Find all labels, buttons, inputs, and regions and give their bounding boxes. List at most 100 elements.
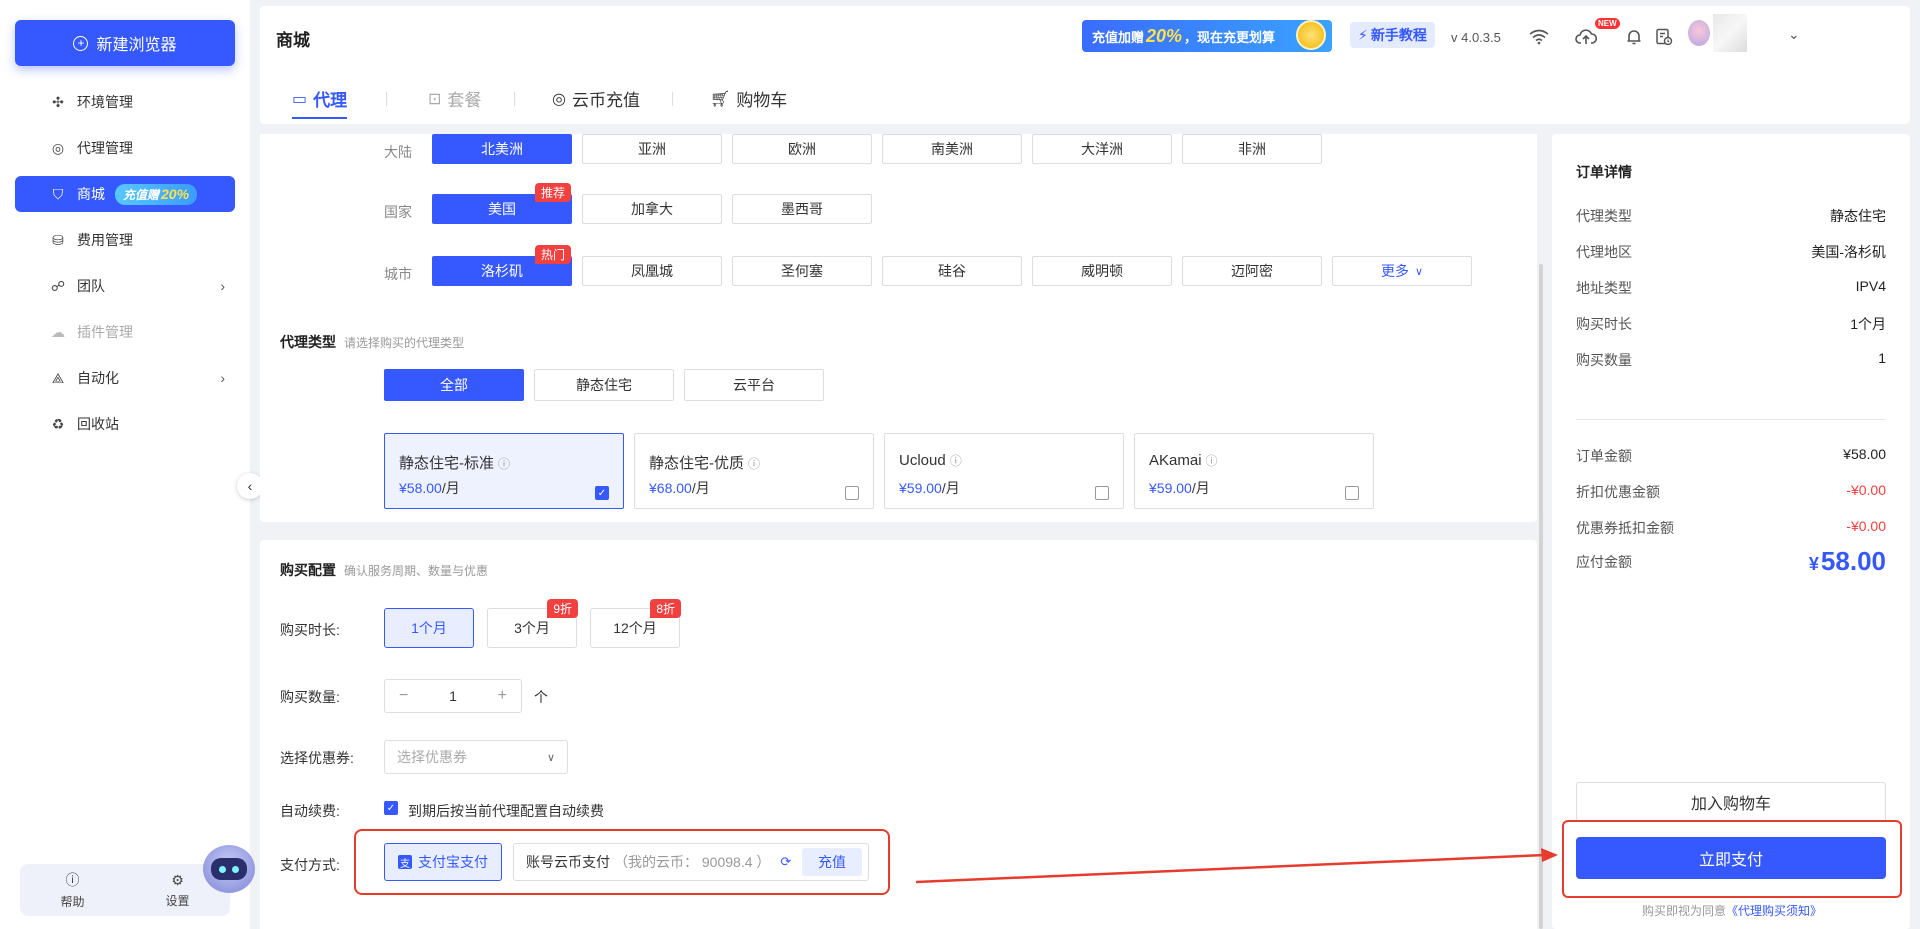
alipay-option[interactable]: 支 支付宝支付: [384, 843, 502, 881]
checkbox[interactable]: [1095, 486, 1109, 500]
sidebar-item-proxy[interactable]: ◎ 代理管理: [15, 130, 235, 166]
proxy-card-ucloud[interactable]: Ucloud ⓘ ¥59.00/月: [884, 433, 1124, 509]
country-option[interactable]: 墨西哥: [732, 194, 872, 224]
order-key: 应付金额: [1576, 553, 1632, 570]
tab-cloud-coin-recharge[interactable]: ◎ 云币充值: [552, 86, 640, 111]
decrement-button[interactable]: −: [399, 687, 408, 705]
city-option[interactable]: 硅谷: [882, 256, 1022, 286]
duration-option[interactable]: 12个月 8折: [590, 599, 681, 648]
filter-cloud-platform[interactable]: 云平台: [684, 369, 824, 401]
scrollbar-thumb[interactable]: [1539, 264, 1543, 929]
city-option[interactable]: 圣何塞: [732, 256, 872, 286]
avatar[interactable]: [1688, 20, 1710, 46]
sidebar-item-label: 插件管理: [77, 324, 133, 340]
continent-option[interactable]: 北美洲: [432, 134, 572, 164]
price-unit: /月: [941, 480, 960, 496]
continent-label: 大陆: [384, 144, 412, 160]
tab-package[interactable]: ⊡ 套餐: [428, 86, 481, 111]
sidebar-item-automation[interactable]: ⟁ 自动化 ›: [15, 360, 235, 396]
chevron-down-icon[interactable]: ⌄: [1788, 26, 1800, 43]
order-divider: [1576, 419, 1886, 420]
agreement-prefix: 购买即视为同意: [1642, 904, 1727, 918]
duration-option[interactable]: 1个月: [384, 608, 474, 648]
add-to-cart-button[interactable]: 加入购物车: [1576, 782, 1886, 822]
checkbox[interactable]: [845, 486, 859, 500]
section-title-text: 代理类型: [280, 334, 336, 350]
increment-button[interactable]: +: [498, 687, 507, 705]
tab-proxy[interactable]: ▭ 代理: [292, 86, 348, 119]
new-browser-label: 新建浏览器: [96, 37, 177, 54]
continent-option[interactable]: 非洲: [1182, 134, 1322, 164]
new-browser-button[interactable]: + 新建浏览器: [15, 20, 235, 66]
sidebar-nav: ✣ 环境管理 ◎ 代理管理 ⛉ 商城 充值赠 20% ⛁ 费用管理 ☍ 团队 › …: [15, 84, 235, 452]
order-key: 购买时长: [1576, 316, 1632, 332]
main-content: 大陆 北美洲 亚洲 欧洲 南美洲 大洋洲 非洲 国家 美国 推荐 加拿大 墨西哥…: [260, 134, 1537, 929]
continent-option[interactable]: 大洋洲: [1032, 134, 1172, 164]
sidebar-item-label: 代理管理: [77, 140, 133, 156]
country-option[interactable]: 加拿大: [582, 194, 722, 224]
country-option-usa[interactable]: 美国 推荐: [432, 183, 572, 224]
help-button[interactable]: ⓘ 帮助: [60, 870, 84, 910]
sidebar-item-shop[interactable]: ⛉ 商城 充值赠 20%: [15, 176, 235, 212]
proxy-card-static-premium[interactable]: 静态住宅-优质 ⓘ ¥68.00/月: [634, 433, 874, 509]
agreement-link[interactable]: 《代理购买须知》: [1726, 904, 1822, 918]
assistant-robot-icon[interactable]: [203, 845, 255, 893]
tab-cart[interactable]: 🛒︎ 购物车: [710, 86, 787, 111]
purchase-config-title: 购买配置 确认服务周期、数量与优惠: [280, 560, 488, 580]
city-option[interactable]: 凤凰城: [582, 256, 722, 286]
more-cities-button[interactable]: 更多 ∨: [1332, 256, 1472, 286]
recharge-button[interactable]: 充值: [802, 848, 862, 876]
price-unit: /月: [691, 480, 710, 496]
city-option-la[interactable]: 洛杉矶 热门: [432, 245, 572, 286]
tutorial-label: 新手教程: [1370, 27, 1427, 43]
proxy-card-static-standard[interactable]: 静态住宅-标准 ⓘ ¥58.00/月 ✓: [384, 433, 624, 509]
tab-label: 代理: [313, 91, 348, 110]
coupon-select[interactable]: 选择优惠券 ∨: [384, 740, 568, 774]
cloud-coin-pay-option[interactable]: 账号云币支付 （我的云币： 90098.4 ） ⟳ 充值: [513, 843, 869, 881]
checkbox[interactable]: [1345, 486, 1359, 500]
continent-option[interactable]: 欧洲: [732, 134, 872, 164]
tutorial-button[interactable]: ⚡ 新手教程: [1350, 22, 1435, 48]
info-icon[interactable]: ⓘ: [950, 454, 962, 468]
alipay-label: 支付宝支付: [418, 854, 488, 870]
duration-option[interactable]: 3个月 9折: [487, 599, 578, 648]
chevron-left-icon: ‹: [247, 478, 253, 494]
info-icon[interactable]: ⓘ: [498, 457, 510, 471]
sidebar-item-team[interactable]: ☍ 团队 ›: [15, 268, 235, 304]
proxy-name-text: Ucloud: [899, 452, 946, 469]
settings-button[interactable]: ⚙ 设置: [165, 872, 189, 909]
info-icon[interactable]: ⓘ: [748, 457, 760, 471]
pay-now-button[interactable]: 立即支付: [1576, 837, 1886, 879]
order-row: 购买数量 1: [1576, 350, 1886, 370]
info-icon[interactable]: ⓘ: [1206, 454, 1218, 468]
continent-option[interactable]: 南美洲: [882, 134, 1022, 164]
payable-amount: ¥58.00: [1809, 546, 1886, 577]
cloud-upload-icon[interactable]: [1575, 26, 1597, 48]
checkbox-checked[interactable]: ✓: [595, 486, 609, 500]
sidebar-item-environment[interactable]: ✣ 环境管理: [15, 84, 235, 120]
city-option[interactable]: 迈阿密: [1182, 256, 1322, 286]
proxy-card-akamai[interactable]: AKamai ⓘ ¥59.00/月: [1134, 433, 1374, 509]
document-clock-icon[interactable]: [1653, 26, 1675, 48]
order-row: 代理地区 美国-洛杉矶: [1576, 242, 1886, 262]
proxy-name-text: 静态住宅-优质: [649, 455, 744, 472]
sidebar-item-label: 商城: [77, 186, 105, 202]
username-blurred: [1713, 14, 1747, 52]
city-option[interactable]: 威明顿: [1032, 256, 1172, 286]
sidebar-item-billing[interactable]: ⛁ 费用管理: [15, 222, 235, 258]
content-scrollbar[interactable]: [1538, 134, 1544, 929]
sidebar-item-plugins[interactable]: ☁ 插件管理: [15, 314, 235, 350]
bell-icon[interactable]: [1623, 26, 1645, 48]
wifi-icon[interactable]: [1528, 26, 1550, 48]
sidebar-item-recycle[interactable]: ♻ 回收站: [15, 406, 235, 442]
refresh-icon[interactable]: ⟳: [780, 854, 791, 870]
filter-static-residential[interactable]: 静态住宅: [534, 369, 674, 401]
proxy-tab-icon: ▭: [292, 90, 308, 108]
auto-renew-checkbox[interactable]: ✓: [384, 801, 398, 815]
sidebar-item-label: 费用管理: [77, 232, 133, 248]
continent-option[interactable]: 亚洲: [582, 134, 722, 164]
quantity-value[interactable]: 1: [449, 688, 457, 704]
filter-all[interactable]: 全部: [384, 369, 524, 401]
promo-banner[interactable]: 充值加赠 20% ，现在充更划算: [1082, 20, 1332, 52]
environment-icon: ✣: [52, 93, 64, 110]
